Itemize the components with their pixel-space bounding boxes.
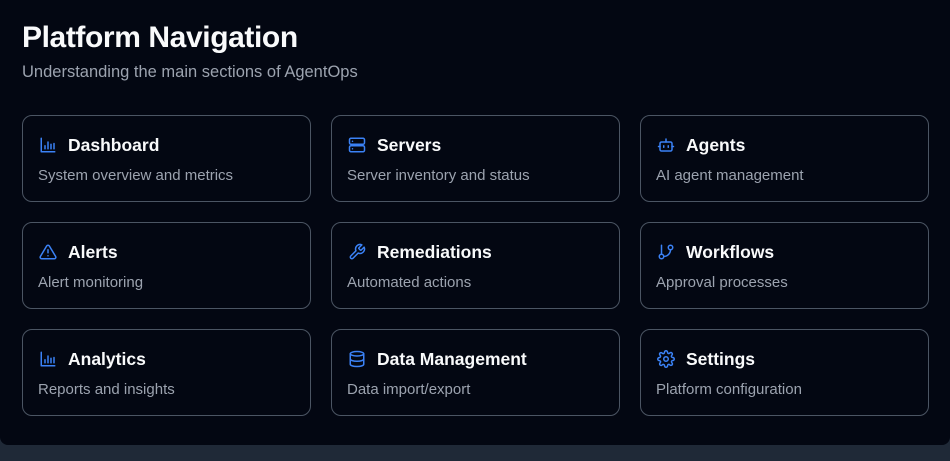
card-title: Workflows (686, 241, 775, 262)
database-icon (347, 349, 367, 369)
card-dashboard[interactable]: Dashboard System overview and metrics (22, 115, 311, 202)
page-title: Platform Navigation (22, 21, 298, 54)
card-description: Approval processes (656, 274, 788, 291)
card-remediations[interactable]: Remediations Automated actions (331, 222, 620, 309)
card-analytics[interactable]: Analytics Reports and insights (22, 329, 311, 416)
card-title: Servers (377, 134, 442, 155)
card-description: Data import/export (347, 381, 471, 398)
gear-icon (656, 349, 676, 369)
card-settings[interactable]: Settings Platform configuration (640, 329, 929, 416)
card-data-management[interactable]: Data Management Data import/export (331, 329, 620, 416)
card-title: Alerts (68, 241, 118, 262)
card-description: Reports and insights (38, 381, 175, 398)
wrench-icon (347, 242, 367, 262)
navigation-panel: Platform Navigation Understanding the ma… (0, 0, 950, 445)
card-title: Remediations (377, 241, 492, 262)
card-workflows[interactable]: Workflows Approval processes (640, 222, 929, 309)
card-title: Dashboard (68, 134, 160, 155)
bot-icon (656, 135, 676, 155)
card-description: Automated actions (347, 274, 472, 291)
card-alerts[interactable]: Alerts Alert monitoring (22, 222, 311, 309)
navigation-grid: Dashboard System overview and metrics Se… (22, 115, 929, 416)
server-icon (347, 135, 367, 155)
card-description: AI agent management (656, 167, 804, 184)
card-description: Alert monitoring (38, 274, 144, 291)
card-title: Analytics (68, 348, 146, 369)
warning-triangle-icon (38, 242, 58, 262)
card-title: Data Management (377, 348, 527, 369)
card-agents[interactable]: Agents AI agent management (640, 115, 929, 202)
bar-chart-icon (38, 349, 58, 369)
bar-chart-icon (38, 135, 58, 155)
card-description: System overview and metrics (38, 167, 234, 184)
git-branch-icon (656, 242, 676, 262)
page-subtitle: Understanding the main sections of Agent… (22, 63, 358, 81)
card-servers[interactable]: Servers Server inventory and status (331, 115, 620, 202)
card-description: Server inventory and status (347, 167, 530, 184)
card-title: Agents (686, 134, 746, 155)
card-title: Settings (686, 348, 756, 369)
card-description: Platform configuration (656, 381, 802, 398)
